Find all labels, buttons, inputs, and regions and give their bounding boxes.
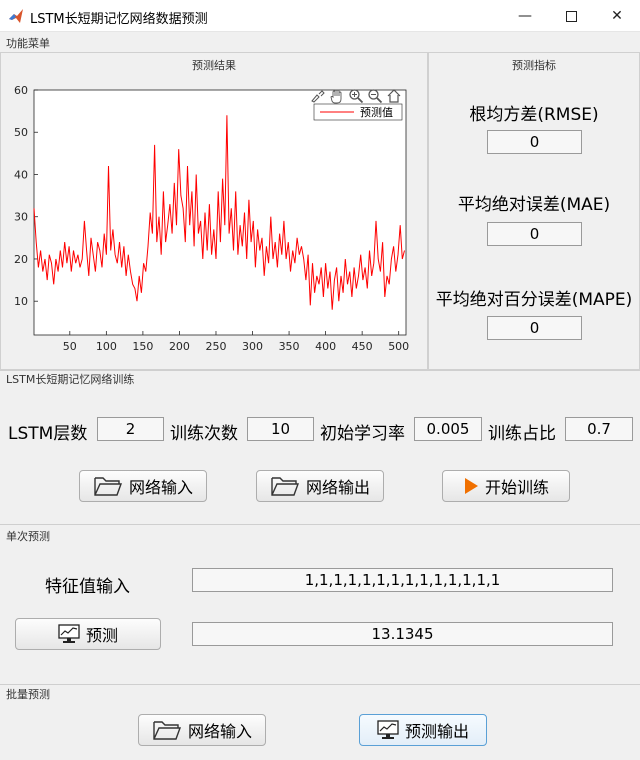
matlab-icon: [9, 9, 23, 23]
title-bar: LSTM长短期记忆网络数据预测 — ✕: [0, 0, 640, 32]
play-icon: [464, 478, 478, 494]
window-title: LSTM长短期记忆网络数据预测: [30, 12, 208, 27]
mae-label: 平均绝对误差(MAE): [457, 195, 611, 215]
x-tick-label: 200: [169, 340, 190, 353]
zoom-in-icon[interactable]: [348, 88, 364, 104]
x-tick-label: 350: [279, 340, 300, 353]
network-input-label: 网络输入: [128, 478, 193, 497]
training-section-label: LSTM长短期记忆网络训练: [6, 373, 135, 386]
x-tick-label: 300: [242, 340, 263, 353]
rmse-label: 根均方差(RMSE): [469, 105, 599, 125]
metrics-panel-title: 预测指标: [512, 59, 556, 72]
y-tick-label: 30: [14, 211, 28, 224]
y-tick-label: 50: [14, 126, 28, 139]
pan-icon[interactable]: [329, 88, 345, 104]
x-tick-label: 400: [315, 340, 336, 353]
prediction-chart[interactable]: 50 100 150 200 250 300 350 400 450 500 10 20 30 40 50 6…: [0, 70, 425, 360]
predict-button[interactable]: 预测: [15, 618, 161, 650]
mape-label: 平均绝对百分误差(MAPE): [435, 290, 633, 310]
batch-predict-output-label: 预测输出: [404, 722, 469, 741]
x-tick-label: 500: [388, 340, 409, 353]
batch-section-label: 批量预测: [6, 688, 50, 701]
feature-input[interactable]: 1,1,1,1,1,1,1,1,1,1,1,1,1,1: [192, 568, 613, 592]
learning-rate-input[interactable]: 0.005: [414, 417, 482, 441]
folder-icon: [153, 721, 181, 740]
monitor-chart-icon: [377, 720, 399, 739]
y-tick-label: 40: [14, 168, 28, 181]
mape-value: 0: [487, 316, 582, 340]
start-training-button[interactable]: 开始训练: [442, 470, 570, 502]
rmse-value: 0: [487, 130, 582, 154]
network-input-button[interactable]: 网络输入: [79, 470, 207, 502]
x-tick-label: 450: [352, 340, 373, 353]
menu-label[interactable]: 功能菜单: [6, 35, 50, 51]
layers-input[interactable]: 2: [97, 417, 164, 441]
brush-icon[interactable]: [310, 88, 326, 104]
x-tick-label: 100: [96, 340, 117, 353]
train-ratio-label: 训练占比: [488, 424, 556, 444]
epochs-input[interactable]: 10: [247, 417, 314, 441]
y-tick-label: 10: [14, 295, 28, 308]
y-tick-label: 20: [14, 253, 28, 266]
close-icon[interactable]: ✕: [594, 0, 640, 32]
divider: [0, 524, 640, 525]
epochs-label: 训练次数: [170, 424, 238, 444]
start-training-label: 开始训练: [484, 478, 549, 497]
folder-icon: [271, 477, 299, 496]
y-tick-label: 60: [14, 84, 28, 97]
single-section-label: 单次预测: [6, 530, 50, 543]
home-icon[interactable]: [386, 88, 402, 104]
legend-label: 预测值: [360, 106, 393, 119]
folder-icon: [94, 477, 122, 496]
network-output-button[interactable]: 网络输出: [256, 470, 384, 502]
maximize-icon[interactable]: [548, 0, 594, 32]
chart-toolbar: [310, 88, 402, 104]
mae-value: 0: [487, 222, 582, 246]
network-output-label: 网络输出: [305, 478, 370, 497]
predict-label: 预测: [85, 626, 118, 645]
feature-input-label: 特征值输入: [45, 577, 130, 597]
batch-network-input-label: 网络输入: [187, 722, 252, 741]
plot-area: [33, 89, 407, 336]
monitor-chart-icon: [58, 624, 80, 643]
divider: [0, 684, 640, 685]
learning-rate-label: 初始学习率: [320, 424, 405, 444]
batch-network-input-button[interactable]: 网络输入: [138, 714, 266, 746]
prediction-result: 13.1345: [192, 622, 613, 646]
minimize-icon[interactable]: —: [502, 0, 548, 32]
batch-predict-output-button[interactable]: 预测输出: [359, 714, 487, 746]
x-tick-label: 250: [205, 340, 226, 353]
train-ratio-input[interactable]: 0.7: [565, 417, 633, 441]
zoom-out-icon[interactable]: [367, 88, 383, 104]
x-tick-label: 50: [63, 340, 77, 353]
layers-label: LSTM层数: [8, 424, 88, 444]
x-tick-label: 150: [132, 340, 153, 353]
